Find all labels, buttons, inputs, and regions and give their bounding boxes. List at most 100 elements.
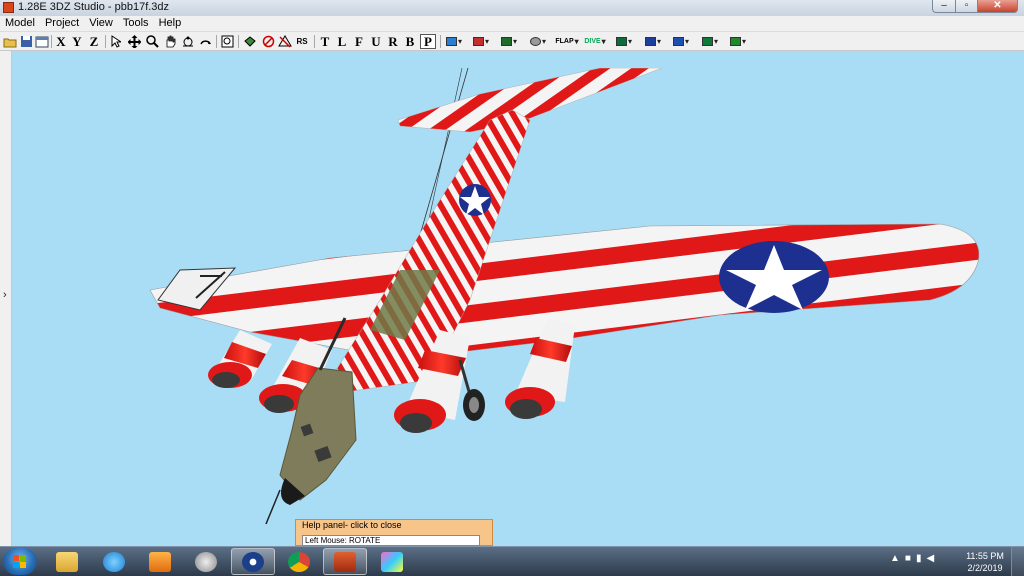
gun-dropdown[interactable] xyxy=(614,34,634,49)
blue-app-icon xyxy=(242,551,264,572)
menu-tools[interactable]: Tools xyxy=(118,16,154,31)
title-bar: 1.28E 3DZ Studio - pbb17f.3dz ‒ ▫ ✕ xyxy=(0,0,1024,16)
layer-dropdown[interactable] xyxy=(444,34,464,49)
toolbar-separator xyxy=(51,35,52,48)
network-icon[interactable]: ▮ xyxy=(916,553,922,564)
nose-gun xyxy=(265,489,281,525)
window-controls: ‒ ▫ ✕ xyxy=(932,0,1018,14)
pointer-icon[interactable] xyxy=(108,34,124,49)
tray-app-icon[interactable]: ■ xyxy=(905,553,911,564)
orbit-icon[interactable] xyxy=(180,34,196,49)
rotate-icon[interactable] xyxy=(197,34,213,49)
wheel-hub xyxy=(469,397,479,413)
flap-dropdown[interactable]: FLAP xyxy=(555,34,577,49)
menu-project[interactable]: Project xyxy=(40,16,84,31)
taskbar: ▲ ■ ▮ ◀ 11:55 PM 2/2/2019 xyxy=(0,546,1024,576)
internet-explorer-icon xyxy=(103,551,125,572)
prop-icon xyxy=(529,37,541,46)
view-right-button[interactable]: R xyxy=(385,34,401,49)
axis-z-button[interactable]: Z xyxy=(86,34,102,49)
axis-x-button[interactable]: X xyxy=(53,34,69,49)
clock-app-icon xyxy=(195,551,217,572)
open-folder-icon[interactable] xyxy=(2,34,18,49)
system-clock[interactable]: 11:55 PM 2/2/2019 xyxy=(962,550,1008,574)
window-title: 1.28E 3DZ Studio - pbb17f.3dz xyxy=(18,1,170,13)
minimize-button[interactable]: ‒ xyxy=(932,0,956,13)
viewport-top xyxy=(0,51,1024,68)
close-button[interactable]: ✕ xyxy=(978,0,1018,13)
rudder-dropdown[interactable] xyxy=(643,34,663,49)
pan-hand-icon[interactable] xyxy=(162,34,178,49)
horizontal-stabilizer xyxy=(397,68,663,133)
maximize-button[interactable]: ▫ xyxy=(956,0,978,13)
taskbar-media-player[interactable] xyxy=(138,548,182,575)
flag-icon xyxy=(500,37,512,46)
tail-icon xyxy=(729,37,741,46)
save-icon[interactable] xyxy=(18,34,34,49)
axis-y-button[interactable]: Y xyxy=(69,34,85,49)
media-player-icon xyxy=(149,551,171,572)
view-top-button[interactable]: T xyxy=(317,34,333,49)
elevator-dropdown[interactable] xyxy=(700,34,720,49)
toolbar-separator xyxy=(216,35,217,48)
view-under-button[interactable]: U xyxy=(368,34,384,49)
dive-label: DIVE xyxy=(584,38,601,45)
toolbar-separator xyxy=(238,35,239,48)
toolbar-separator xyxy=(440,35,441,48)
wireframe-icon[interactable] xyxy=(277,34,293,49)
view-front-button[interactable]: F xyxy=(351,34,367,49)
start-button[interactable] xyxy=(3,548,37,575)
help-panel-text: Left Mouse: ROTATE xyxy=(302,535,480,546)
paint-icon[interactable] xyxy=(242,34,258,49)
app-icon[interactable] xyxy=(3,2,14,13)
b17-bomber-model xyxy=(149,68,980,525)
volume-icon[interactable]: ◀ xyxy=(926,553,934,564)
view-left-button[interactable]: L xyxy=(334,34,350,49)
tray-expand-icon[interactable]: ▲ xyxy=(890,553,900,564)
gear-anim-dropdown[interactable] xyxy=(471,34,491,49)
toolbar-separator xyxy=(105,35,106,48)
taskbar-3dz-studio[interactable] xyxy=(323,548,367,575)
menu-bar: Model Project View Tools Help xyxy=(0,16,1024,32)
help-panel[interactable]: Help panel- click to close Left Mouse: R… xyxy=(295,519,493,546)
fit-view-icon[interactable] xyxy=(219,34,235,49)
rudder-icon xyxy=(644,37,656,46)
taskbar-app-blue[interactable] xyxy=(231,548,275,575)
taskbar-chrome[interactable] xyxy=(277,548,321,575)
no-texture-icon[interactable] xyxy=(260,34,276,49)
view-perspective-button[interactable]: P xyxy=(420,34,436,49)
expand-panel-icon[interactable]: › xyxy=(3,289,7,301)
left-panel-gutter[interactable]: › xyxy=(0,51,12,546)
taskbar-app-clock[interactable] xyxy=(184,548,228,575)
system-tray: ▲ ■ ▮ ◀ xyxy=(890,553,934,564)
taskbar-ie[interactable] xyxy=(92,548,136,575)
flag-dropdown[interactable] xyxy=(499,34,519,49)
window-view-icon[interactable] xyxy=(34,34,50,49)
toolbar-separator xyxy=(314,35,315,48)
menu-model[interactable]: Model xyxy=(0,16,40,31)
rs-button[interactable]: RS xyxy=(294,34,310,49)
tail-dropdown[interactable] xyxy=(728,34,748,49)
view-back-button[interactable]: B xyxy=(402,34,418,49)
chrome-icon xyxy=(288,551,310,572)
show-desktop-button[interactable] xyxy=(1011,547,1024,576)
taskbar-explorer[interactable] xyxy=(45,548,89,575)
3d-viewport[interactable] xyxy=(0,68,1024,546)
layer-swatch-icon xyxy=(445,37,457,46)
clock-date: 2/2/2019 xyxy=(967,563,1003,573)
elevator-icon xyxy=(701,37,713,46)
menu-view[interactable]: View xyxy=(84,16,118,31)
dive-dropdown[interactable]: DIVE xyxy=(584,34,605,49)
gear-anim-icon xyxy=(472,37,484,46)
help-panel-title[interactable]: Help panel- click to close xyxy=(302,520,402,530)
paint-app-icon xyxy=(381,551,403,572)
main-toolbar: X Y Z RS T L F U R B P FLAP DIVE xyxy=(0,32,1024,51)
menu-help[interactable]: Help xyxy=(154,16,187,31)
aileron-dropdown[interactable] xyxy=(671,34,691,49)
prop-dropdown[interactable] xyxy=(528,34,548,49)
aileron-icon xyxy=(672,37,684,46)
taskbar-paint[interactable] xyxy=(370,548,414,575)
zoom-icon[interactable] xyxy=(144,34,160,49)
move-icon[interactable] xyxy=(126,34,142,49)
engine-nacelle-1 xyxy=(208,330,272,388)
